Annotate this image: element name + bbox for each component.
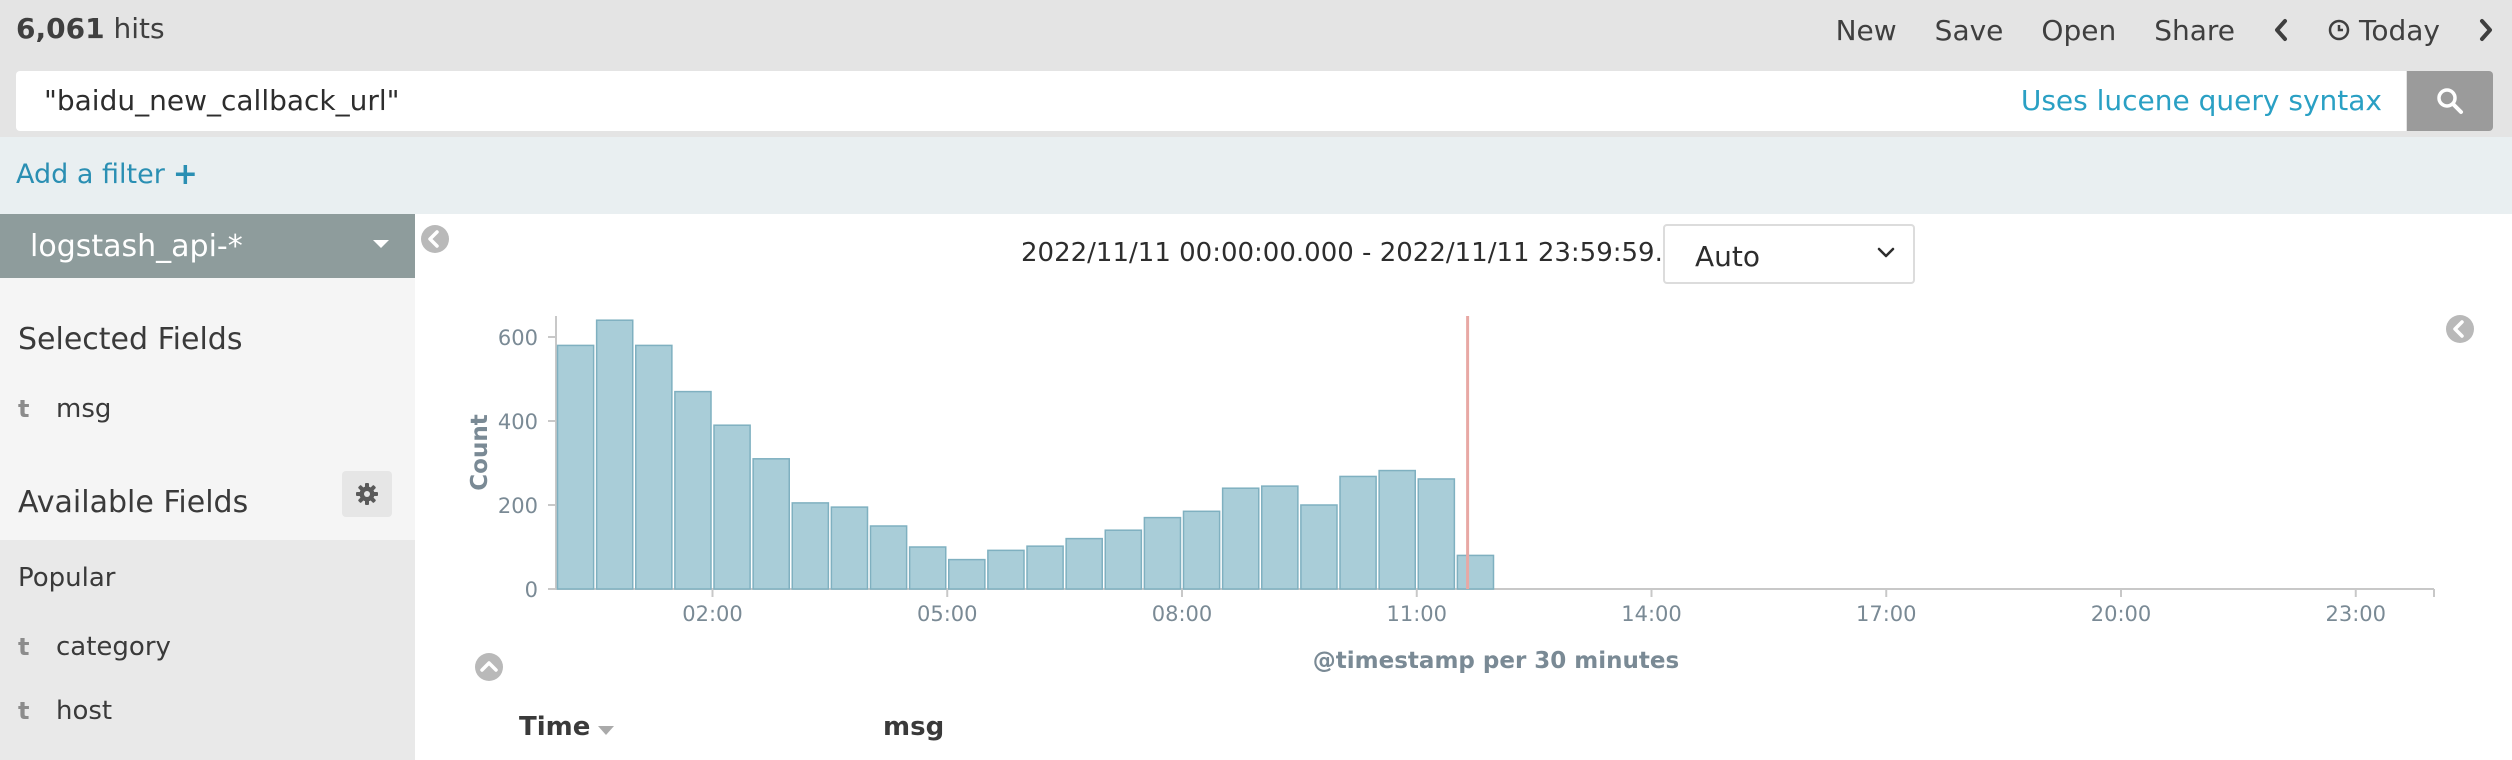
histogram-bar bbox=[556, 344, 595, 590]
column-header-label: Time bbox=[519, 712, 591, 742]
y-tick-label: 0 bbox=[525, 578, 538, 602]
y-tick-label: 400 bbox=[498, 410, 538, 434]
histogram-bar bbox=[713, 424, 751, 590]
x-tick-label: 11:00 bbox=[1386, 602, 1447, 626]
x-tick-label: 20:00 bbox=[2091, 602, 2152, 626]
histogram-bar bbox=[1026, 545, 1064, 590]
histogram-bar bbox=[1378, 469, 1416, 590]
histogram-bar bbox=[1182, 510, 1221, 590]
histogram-bar bbox=[830, 506, 869, 590]
x-tick-label: 17:00 bbox=[1856, 602, 1917, 626]
histogram-bar bbox=[635, 344, 673, 590]
histogram-bar bbox=[1456, 554, 1495, 590]
collapse-chart-button[interactable] bbox=[474, 652, 504, 686]
y-tick-label: 600 bbox=[498, 326, 538, 350]
histogram-bar bbox=[1104, 529, 1143, 590]
histogram-bar bbox=[595, 319, 634, 590]
histogram-chart: 0 200 400 600 02:00 05:00 08:00 11:00 14:00 17:00… bbox=[467, 316, 2435, 674]
histogram-bar bbox=[869, 525, 908, 590]
histogram-bar bbox=[752, 458, 790, 590]
sort-down-icon[interactable] bbox=[598, 725, 615, 735]
histogram-bar bbox=[674, 390, 712, 590]
x-tick-label: 05:00 bbox=[917, 602, 978, 626]
column-header-msg[interactable]: msg bbox=[883, 712, 944, 742]
chevron-up-circle-icon bbox=[475, 653, 503, 681]
x-tick-label: 14:00 bbox=[1621, 602, 1682, 626]
x-axis-label: @timestamp per 30 minutes bbox=[1313, 648, 1679, 674]
histogram-bar bbox=[1221, 487, 1260, 590]
histogram-bar bbox=[908, 546, 947, 590]
histogram-bar bbox=[1339, 475, 1377, 590]
x-tick-label: 23:00 bbox=[2325, 602, 2386, 626]
histogram-bar bbox=[791, 502, 830, 590]
histogram-bar bbox=[1065, 537, 1103, 590]
column-header-time[interactable]: Time bbox=[519, 712, 615, 742]
x-tick-label: 08:00 bbox=[1152, 602, 1213, 626]
histogram-bar bbox=[987, 549, 1025, 590]
histogram-bar bbox=[1417, 478, 1456, 590]
x-tick-label: 02:00 bbox=[682, 602, 743, 626]
histogram-bar bbox=[1300, 504, 1338, 590]
y-axis-label: Count bbox=[467, 414, 493, 490]
y-tick-label: 200 bbox=[498, 494, 538, 518]
histogram-bar bbox=[1143, 516, 1182, 590]
histogram-bar bbox=[948, 558, 986, 590]
histogram-bar bbox=[1261, 485, 1299, 590]
